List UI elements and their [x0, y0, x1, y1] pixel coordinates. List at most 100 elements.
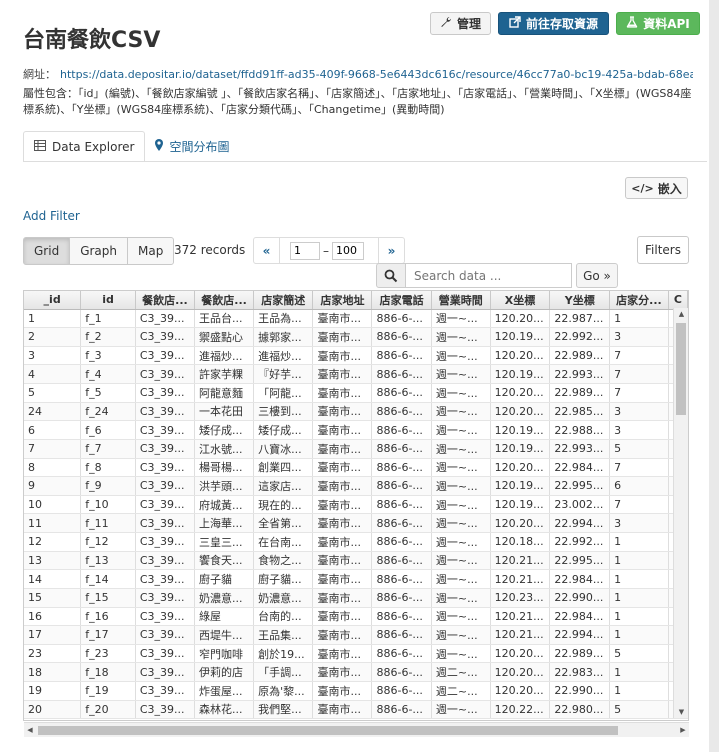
- table-cell: C3_39...: [135, 458, 196, 478]
- table-row[interactable]: 13 f_13 C3_39... 饗食天... 食物之... 臺南市... 886-6-..…: [24, 551, 688, 571]
- table-row[interactable]: 17 f_17 C3_39... 西堤牛... 王品集... 臺南市... 886-6-..…: [24, 625, 688, 645]
- table-cell: 22.984...: [549, 458, 611, 478]
- table-cell: 14: [24, 569, 82, 589]
- table-cell: 三皇三...: [194, 532, 255, 552]
- table-cell: 120.21...: [490, 551, 551, 571]
- table-cell: f_17: [80, 625, 136, 645]
- table-row[interactable]: 5 f_5 C3_39... 阿龍意麵 「阿龍... 臺南市... 886-6-... 週一~…: [24, 383, 688, 403]
- table-row[interactable]: 12 f_12 C3_39... 三皇三... 在台南... 臺南市... 886-6-..…: [24, 532, 688, 552]
- table-cell: 楊哥楊...: [194, 458, 255, 478]
- resource-url-link[interactable]: https://data.depositar.io/dataset/ffdd91…: [60, 68, 693, 81]
- table-row[interactable]: 24 f_24 C3_39... 一本花田 三樓到... 臺南市... 886-6-... 週…: [24, 402, 688, 422]
- table-cell: C3_39...: [135, 588, 196, 608]
- table-cell: f_19: [80, 681, 136, 701]
- vertical-scrollbar[interactable]: ▲ ▼: [673, 308, 688, 718]
- table-cell: 6: [24, 420, 82, 440]
- table-cell: 22.985...: [549, 402, 611, 422]
- column-header[interactable]: C: [668, 291, 688, 310]
- table-cell: 120.21...: [490, 607, 551, 627]
- table-cell: 據郭家...: [253, 327, 314, 347]
- table-cell: 窄門咖啡: [194, 644, 255, 664]
- horizontal-scrollbar[interactable]: ◀ ▶: [24, 722, 689, 737]
- table-row[interactable]: 6 f_6 C3_39... 矮仔成... 矮仔成... 臺南市... 886-6-... 週…: [24, 420, 688, 440]
- embed-button[interactable]: </> 嵌入: [625, 177, 688, 199]
- search-go-button[interactable]: Go »: [576, 263, 618, 288]
- graph-view-button[interactable]: Graph: [69, 237, 128, 265]
- manage-button[interactable]: 管理: [430, 12, 491, 35]
- table-row[interactable]: 7 f_7 C3_39... 江水號... 八寶冰... 臺南市... 886-6-... 週…: [24, 439, 688, 459]
- pager-to-input[interactable]: [332, 241, 364, 260]
- table-cell: C3_39...: [135, 476, 196, 496]
- column-header[interactable]: 店家電話: [371, 291, 432, 310]
- table-cell: 3: [609, 327, 669, 347]
- table-cell: 886-6-...: [371, 364, 432, 384]
- table-row[interactable]: 16 f_16 C3_39... 綠屋 台南的... 臺南市... 886-6-... 週一~…: [24, 607, 688, 627]
- wrench-icon: [440, 16, 452, 31]
- table-row[interactable]: 10 f_10 C3_39... 府城黃... 現在的... 臺南市... 886-6-..…: [24, 495, 688, 515]
- column-header[interactable]: 店家地址: [312, 291, 373, 310]
- vertical-scroll-thumb[interactable]: [676, 323, 686, 415]
- table-cell: f_8: [80, 458, 136, 478]
- table-cell: 週一~...: [431, 327, 491, 347]
- tab-data-explorer[interactable]: Data Explorer: [23, 131, 146, 162]
- pager-prev-button[interactable]: «: [254, 238, 280, 263]
- table-row[interactable]: 2 f_2 C3_39... 禦盛點心 據郭家... 臺南市... 886-6-... 週一~…: [24, 327, 688, 347]
- table-cell: 臺南市...: [312, 420, 373, 440]
- table-cell: 22.990...: [549, 588, 611, 608]
- table-row[interactable]: 20 f_20 C3_39... 森林花... 我們堅... 臺南市... 886-6-..…: [24, 700, 688, 720]
- table-row[interactable]: 14 f_14 C3_39... 廚子貓 廚子貓... 臺南市... 886-6-... 週一…: [24, 569, 688, 589]
- column-header[interactable]: 餐飲店...: [135, 291, 196, 310]
- scroll-right-arrow-icon[interactable]: ▶: [677, 723, 689, 738]
- table-cell: 22.990...: [549, 681, 611, 701]
- pager-from-input[interactable]: [290, 241, 320, 260]
- table-cell: 臺南市...: [312, 364, 373, 384]
- scroll-down-arrow-icon[interactable]: ▼: [674, 706, 689, 718]
- table-cell: 120.19...: [490, 439, 551, 459]
- table-row[interactable]: 15 f_15 C3_39... 奶濃意... 奶濃意... 臺南市... 886-6-..…: [24, 588, 688, 608]
- map-view-button[interactable]: Map: [127, 237, 175, 265]
- column-header[interactable]: 店家分...: [609, 291, 669, 310]
- scroll-left-arrow-icon[interactable]: ◀: [24, 723, 36, 738]
- table-row[interactable]: 9 f_9 C3_39... 洪芋頭... 這家店... 臺南市... 886-6-... 週…: [24, 476, 688, 496]
- table-cell: 週一~...: [431, 569, 491, 589]
- table-row[interactable]: 19 f_19 C3_39... 炸蛋屋... 原為'黎... 臺南市... 886-6-.…: [24, 681, 688, 701]
- column-header[interactable]: 餐飲店...: [194, 291, 255, 310]
- table-cell: f_18: [80, 662, 136, 682]
- table-cell: 三樓到...: [253, 402, 314, 422]
- tab-spatial-distribution-label: 空間分布圖: [169, 140, 230, 154]
- column-header[interactable]: X坐標: [490, 291, 551, 310]
- column-header[interactable]: _id: [24, 291, 82, 310]
- column-header[interactable]: Y坐標: [549, 291, 611, 310]
- scroll-up-arrow-icon[interactable]: ▲: [674, 308, 689, 320]
- data-api-label: 資料API: [643, 17, 690, 31]
- table-cell: 3: [609, 402, 669, 422]
- search-input[interactable]: [406, 263, 572, 288]
- table-row[interactable]: 23 f_23 C3_39... 窄門咖啡 創於19... 臺南市... 886-6-...…: [24, 644, 688, 664]
- table-icon: [34, 139, 46, 154]
- table-cell: 1: [609, 662, 669, 682]
- horizontal-scroll-thumb[interactable]: [38, 726, 618, 735]
- column-header[interactable]: id: [80, 291, 136, 310]
- column-header[interactable]: 營業時間: [431, 291, 491, 310]
- table-row[interactable]: 4 f_4 C3_39... 許家芋粿 『好芋... 臺南市... 886-6-... 週一~…: [24, 364, 688, 384]
- table-row[interactable]: 1 f_1 C3_39... 王品台... 王品為... 臺南市... 886-6-... 週…: [24, 309, 688, 329]
- table-cell: 週一~...: [431, 383, 491, 403]
- table-cell: 120.23...: [490, 588, 551, 608]
- table-row[interactable]: 11 f_11 C3_39... 上海華... 全省第... 臺南市... 886-6-..…: [24, 513, 688, 533]
- column-header[interactable]: 店家簡述: [253, 291, 314, 310]
- table-row[interactable]: 3 f_3 C3_39... 進福炒... 進福炒... 臺南市... 886-6-... 週…: [24, 346, 688, 366]
- go-to-resource-button[interactable]: 前往存取資源: [498, 12, 609, 35]
- table-row[interactable]: 18 f_18 C3_39... 伊莉的店 「手調... 臺南市... 886-6-... 週…: [24, 662, 688, 682]
- tabs-divider: [23, 161, 707, 162]
- tab-spatial-distribution[interactable]: 空間分布圖: [145, 131, 239, 162]
- filters-button[interactable]: Filters: [637, 236, 689, 264]
- grid-view-button[interactable]: Grid: [23, 237, 71, 265]
- table-cell: 5: [24, 383, 82, 403]
- pager-next-button[interactable]: »: [378, 238, 404, 263]
- add-filter-link[interactable]: Add Filter: [23, 209, 80, 223]
- data-api-button[interactable]: 資料API: [616, 12, 700, 35]
- table-cell: 16: [24, 607, 82, 627]
- table-row[interactable]: 8 f_8 C3_39... 楊哥楊... 創業四... 臺南市... 886-6-... 週…: [24, 458, 688, 478]
- table-cell: 886-6-...: [371, 551, 432, 571]
- table-cell: 廚子貓: [194, 569, 255, 589]
